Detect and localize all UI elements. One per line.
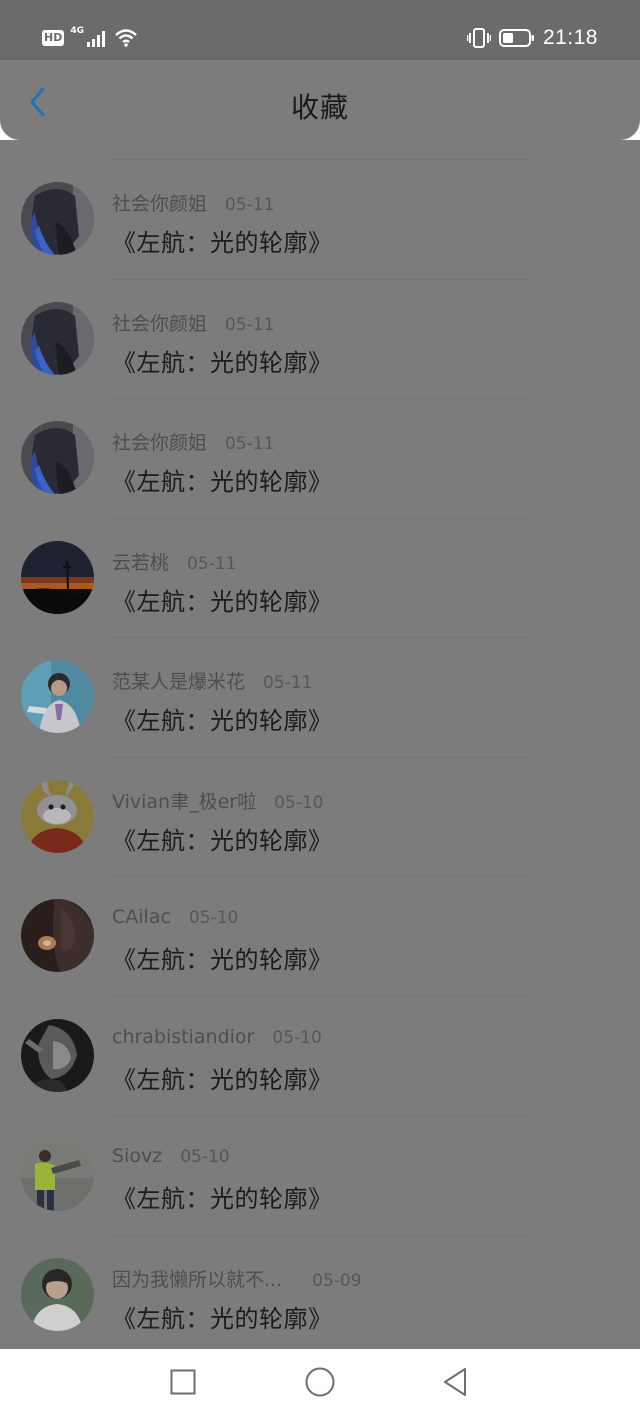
divider	[110, 995, 530, 997]
avatar[interactable]	[21, 421, 94, 494]
divider	[110, 278, 530, 280]
status-left: HD 4G	[42, 26, 138, 50]
divider	[110, 517, 530, 519]
item-meta: 社会你颜姐 05-11	[112, 189, 274, 216]
avatar[interactable]	[21, 660, 94, 733]
username: Siovz	[112, 1145, 163, 1167]
header: 收藏	[0, 60, 640, 140]
status-right: 21:18	[466, 26, 598, 50]
page-title: 收藏	[290, 91, 349, 124]
username: chrabistiandior	[112, 1025, 255, 1048]
list-item[interactable]: 范某人是爆米花 05-11 《左航：光的轮廓》	[0, 637, 640, 757]
item-title: 《左航：光的轮廓》	[112, 468, 333, 496]
list-item[interactable]: 云若桃 05-11 《左航：光的轮廓》	[0, 517, 640, 638]
item-meta: 社会你颜姐 05-11	[112, 309, 274, 336]
list-item[interactable]: 社会你颜姐 05-11 《左航：光的轮廓》	[0, 398, 640, 518]
network-type: 4G	[70, 26, 84, 36]
list-item[interactable]: 社会你颜姐 05-11 《左航：光的轮廓》	[0, 278, 640, 399]
date: 05-09	[312, 1270, 362, 1291]
list-item[interactable]: 因为我懒所以就不... 05-09 《左航：光的轮廓》	[0, 1234, 640, 1350]
item-meta: 因为我懒所以就不... 05-09	[112, 1265, 362, 1292]
recent-apps-button[interactable]	[163, 1362, 203, 1402]
hd-icon: HD	[42, 30, 65, 46]
avatar[interactable]	[21, 540, 94, 614]
home-button[interactable]	[300, 1362, 340, 1402]
divider	[110, 756, 530, 758]
divider	[110, 1115, 530, 1116]
item-title: 《左航：光的轮廓》	[112, 1304, 333, 1333]
wifi-icon	[115, 29, 137, 47]
item-meta: Siovz 05-10	[112, 1145, 230, 1167]
divider	[110, 159, 530, 160]
date: 05-11	[263, 673, 313, 693]
item-meta: 社会你颜姐 05-11	[112, 428, 274, 455]
date: 05-10	[274, 792, 324, 813]
divider	[110, 1234, 530, 1236]
date: 05-11	[225, 314, 275, 335]
username: 因为我懒所以就不...	[112, 1268, 283, 1291]
item-meta: Vivian聿_极er啦 05-10	[112, 787, 323, 814]
favorites-list: 社会你颜姐 05-11 《左航：光的轮廓》 社会你颜姐 05-11 《左航：光的…	[0, 140, 640, 1349]
username: CAilac	[112, 906, 171, 928]
signal-icon	[87, 31, 105, 47]
date: 05-11	[225, 434, 275, 454]
divider	[110, 398, 530, 399]
battery-icon	[498, 29, 534, 47]
username: 云若桃	[112, 551, 170, 574]
list-item[interactable]: Vivian聿_极er啦 05-10 《左航：光的轮廓》	[0, 756, 640, 877]
recent-apps-icon	[170, 1369, 196, 1395]
item-title: 《左航：光的轮廓》	[112, 229, 333, 257]
item-title: 《左航：光的轮廓》	[112, 1185, 333, 1213]
date: 05-11	[225, 195, 275, 215]
status-bar: HD 4G 21:18	[0, 0, 640, 60]
avatar[interactable]	[21, 301, 94, 375]
avatar[interactable]	[21, 1257, 94, 1331]
vibrate-icon	[466, 28, 491, 48]
item-meta: 云若桃 05-11	[112, 548, 236, 575]
item-meta: CAilac 05-10	[112, 906, 238, 928]
item-title: 《左航：光的轮廓》	[112, 1065, 333, 1094]
list-item[interactable]: 社会你颜姐 05-11 《左航：光的轮廓》	[0, 159, 640, 279]
avatar[interactable]	[21, 1018, 94, 1092]
navigation-bar	[0, 1349, 640, 1415]
item-title: 《左航：光的轮廓》	[112, 946, 333, 974]
avatar[interactable]	[21, 182, 94, 255]
item-meta: 范某人是爆米花 05-11	[112, 667, 312, 694]
back-icon	[444, 1368, 466, 1396]
username: Vivian聿_极er啦	[112, 790, 257, 813]
home-icon	[305, 1367, 335, 1397]
list-item[interactable]: Siovz 05-10 《左航：光的轮廓》	[0, 1115, 640, 1235]
list-item[interactable]: CAilac 05-10 《左航：光的轮廓》	[0, 876, 640, 996]
list-item[interactable]: chrabistiandior 05-10 《左航：光的轮廓》	[0, 995, 640, 1116]
date: 05-10	[272, 1027, 322, 1048]
item-title: 《左航：光的轮廓》	[112, 587, 333, 616]
username: 社会你颜姐	[112, 432, 208, 454]
username: 范某人是爆米花	[112, 671, 246, 693]
clock: 21:18	[542, 26, 598, 49]
username: 社会你颜姐	[112, 193, 208, 215]
date: 05-11	[187, 553, 237, 574]
divider	[110, 876, 530, 877]
back-nav-button[interactable]	[435, 1362, 475, 1402]
item-title: 《左航：光的轮廓》	[112, 348, 333, 377]
item-title: 《左航：光的轮廓》	[112, 826, 333, 855]
date: 05-10	[188, 908, 239, 928]
avatar[interactable]	[21, 779, 94, 853]
username: 社会你颜姐	[112, 312, 208, 335]
item-meta: chrabistiandior 05-10	[112, 1026, 322, 1048]
item-title: 《左航：光的轮廓》	[112, 707, 333, 735]
avatar[interactable]	[21, 899, 94, 972]
avatar[interactable]	[21, 1138, 94, 1211]
divider	[110, 637, 530, 638]
date: 05-10	[180, 1147, 230, 1167]
